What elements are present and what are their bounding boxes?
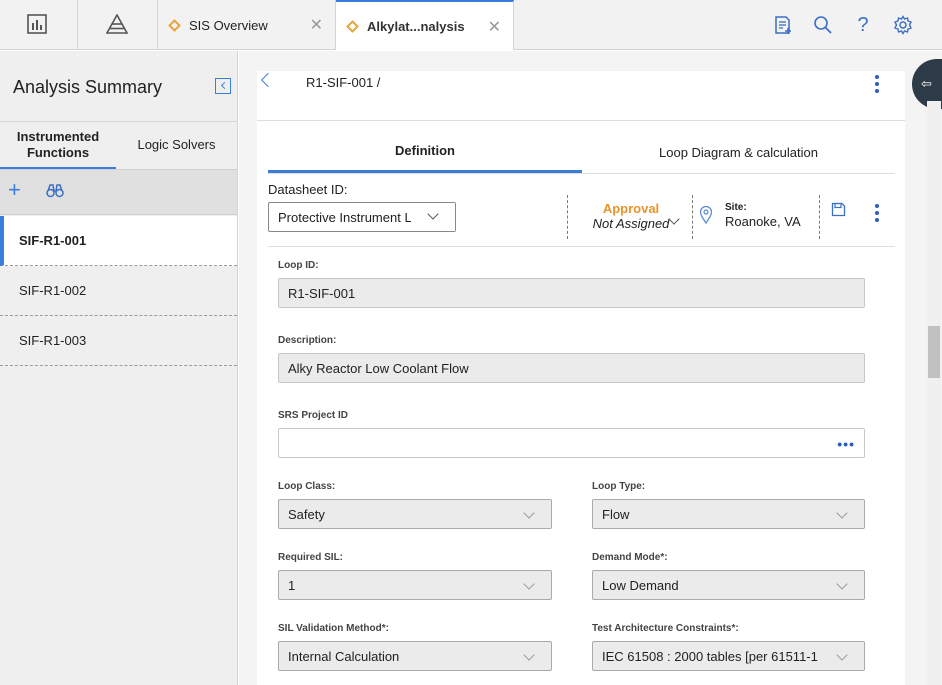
divider — [692, 195, 693, 239]
tab-definition[interactable]: Definition — [268, 131, 582, 173]
loop-type-label: Loop Type: — [592, 481, 646, 492]
tab-alkylation-analysis[interactable]: Alkylat...nalysis ✕ — [336, 0, 514, 50]
close-icon[interactable]: ✕ — [310, 15, 323, 35]
description-label: Description: — [278, 335, 337, 346]
sil-validation-select[interactable]: Internal Calculation — [278, 641, 552, 671]
close-icon[interactable]: ✕ — [488, 17, 501, 37]
tab-logic-solvers[interactable]: Logic Solvers — [116, 122, 237, 168]
divider — [819, 195, 820, 239]
demand-mode-select[interactable]: Low Demand — [592, 570, 865, 600]
srs-project-label: SRS Project ID — [278, 410, 349, 421]
tab-sis-overview[interactable]: SIS Overview ✕ — [158, 0, 336, 50]
required-sil-select[interactable]: 1 — [278, 570, 552, 600]
chevron-down-icon — [836, 507, 848, 519]
chevron-down-icon — [523, 649, 535, 661]
list-item[interactable]: SIF-R1-003 — [0, 316, 237, 366]
settings-gear-icon[interactable] — [892, 14, 914, 36]
analysis-icon — [168, 18, 181, 32]
sil-validation-label: SIL Validation Method*: — [278, 623, 389, 634]
divider — [268, 246, 895, 247]
loop-class-value: Safety — [288, 506, 325, 522]
scrollbar[interactable] — [927, 101, 941, 685]
main-content: R1-SIF-001 / ⇦ Definition Loop Diagram &… — [239, 51, 942, 685]
analysis-summary-panel: Analysis Summary Instrumented Functions … — [0, 51, 238, 685]
site-label: Site: — [725, 202, 747, 213]
test-architecture-value: IEC 61508 : 2000 tables [per 61511-1 11. — [602, 648, 839, 664]
left-tabs: Instrumented Functions Logic Solvers — [0, 121, 237, 170]
more-options-icon[interactable] — [875, 75, 879, 93]
loop-class-select[interactable]: Safety — [278, 499, 552, 529]
tab-instrumented-functions[interactable]: Instrumented Functions — [0, 122, 116, 170]
loop-type-value: Flow — [602, 506, 630, 522]
search-icon[interactable] — [812, 14, 834, 36]
strategy-button[interactable] — [78, 0, 158, 50]
new-document-icon[interactable] — [772, 14, 794, 36]
breadcrumb: R1-SIF-001 / — [306, 75, 381, 90]
list-item[interactable]: SIF-R1-001 — [0, 216, 237, 266]
binoculars-icon[interactable] — [46, 183, 64, 204]
loop-id-label: Loop ID: — [278, 260, 319, 271]
ellipsis-icon[interactable]: ••• — [837, 436, 855, 452]
analysis-icon — [346, 19, 359, 33]
save-icon[interactable] — [831, 202, 846, 222]
pyramid-icon — [105, 13, 129, 35]
chevron-down-icon — [523, 507, 535, 519]
divider — [268, 173, 895, 174]
help-icon[interactable]: ? — [852, 14, 874, 36]
datasheet-value: Protective Instrument Lc — [278, 209, 419, 225]
tab-loop-diagram[interactable]: Loop Diagram & calculation — [582, 131, 895, 173]
divider — [257, 120, 905, 121]
description-field[interactable]: Alky Reactor Low Coolant Flow — [278, 353, 865, 383]
tab-label: SIS Overview — [189, 17, 268, 33]
chevron-down-icon — [523, 578, 535, 590]
dashboard-icon — [26, 13, 48, 35]
list-item[interactable]: SIF-R1-002 — [0, 266, 237, 316]
demand-mode-value: Low Demand — [602, 577, 679, 593]
site-value: Roanoke, VA — [725, 214, 801, 229]
loop-id-field[interactable]: R1-SIF-001 — [278, 278, 865, 308]
srs-project-field[interactable]: ••• — [278, 428, 865, 458]
datasheet-select[interactable]: Protective Instrument Lc — [268, 202, 456, 232]
exit-icon: ⇦ — [921, 76, 932, 91]
record-options-icon[interactable] — [875, 204, 879, 222]
sil-validation-value: Internal Calculation — [288, 648, 400, 664]
top-bar: SIS Overview ✕ Alkylat...nalysis ✕ ? — [0, 0, 942, 50]
add-icon[interactable]: + — [8, 178, 21, 202]
required-sil-label: Required SIL: — [278, 552, 344, 563]
scrollbar-thumb[interactable] — [928, 326, 940, 378]
datasheet-label: Datasheet ID: — [268, 182, 348, 197]
left-toolbar: + — [0, 169, 237, 215]
chevron-down-icon — [836, 578, 848, 590]
location-pin-icon — [699, 205, 713, 229]
collapse-panel-icon[interactable] — [215, 78, 231, 94]
test-architecture-label: Test Architecture Constraints*: — [592, 623, 739, 634]
tab-label: Alkylat...nalysis — [367, 18, 465, 34]
required-sil-value: 1 — [288, 577, 296, 593]
loop-class-label: Loop Class: — [278, 481, 336, 492]
dashboard-button[interactable] — [0, 0, 78, 50]
divider — [567, 195, 568, 239]
loop-type-select[interactable]: Flow — [592, 499, 865, 529]
test-architecture-select[interactable]: IEC 61508 : 2000 tables [per 61511-1 11. — [592, 641, 865, 671]
demand-mode-label: Demand Mode*: — [592, 552, 668, 563]
panel-title: Analysis Summary — [13, 77, 163, 97]
